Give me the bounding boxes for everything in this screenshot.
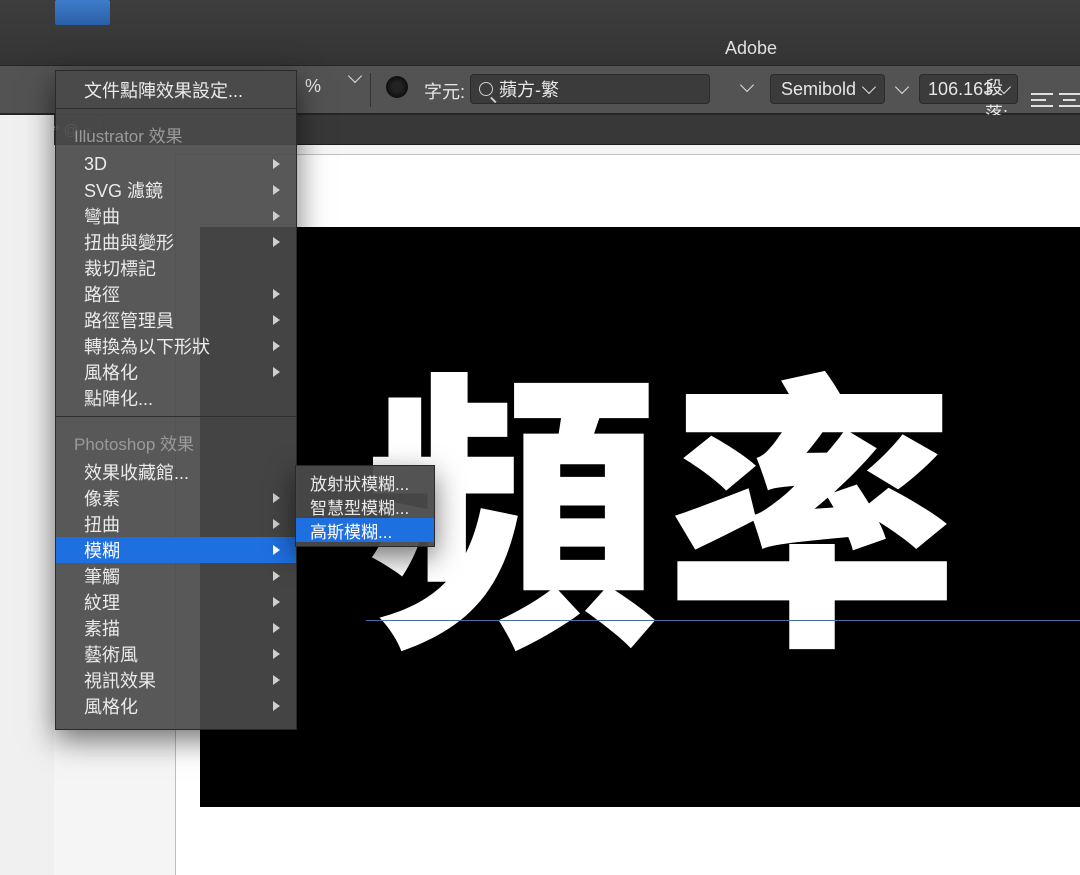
menu-section-photoshop: Photoshop 效果 [56, 422, 296, 459]
menu-section-illustrator: Illustrator 效果 [56, 114, 296, 151]
menu-item-video[interactable]: 視訊效果 [56, 667, 296, 693]
menu-item-label: 點陣化... [84, 385, 153, 411]
submenu-item-label: 智慧型模糊... [310, 494, 409, 519]
menu-item-label: 筆觸 [84, 563, 120, 589]
menu-item-crop-marks[interactable]: 裁切標記 [56, 255, 296, 281]
menu-item-path[interactable]: 路徑 [56, 281, 296, 307]
submenu-arrow-icon [273, 159, 280, 169]
menu-item-brush-strokes[interactable]: 筆觸 [56, 563, 296, 589]
chevron-down-icon[interactable] [348, 69, 362, 83]
submenu-arrow-icon [273, 493, 280, 503]
menu-item-label: 效果收藏館... [84, 459, 189, 485]
submenu-arrow-icon [273, 597, 280, 607]
align-center-icon[interactable] [1059, 91, 1080, 109]
menu-item-svg-filters[interactable]: SVG 濾鏡 [56, 177, 296, 203]
menu-item-stylize-ps[interactable]: 風格化 [56, 693, 296, 719]
menu-item-effect-gallery[interactable]: 效果收藏館... [56, 459, 296, 485]
menu-item-label: 3D [84, 154, 107, 175]
menu-item-label: 風格化 [84, 359, 138, 385]
submenu-arrow-icon [273, 237, 280, 247]
menu-item-label: 藝術風 [84, 641, 138, 667]
menu-item-rasterize[interactable]: 點陣化... [56, 385, 296, 411]
font-weight-value: Semibold [781, 79, 856, 100]
menu-item-3d[interactable]: 3D [56, 151, 296, 177]
menu-item-label: SVG 濾鏡 [84, 177, 163, 203]
menu-item-sketch[interactable]: 素描 [56, 615, 296, 641]
submenu-arrow-icon [273, 289, 280, 299]
menu-item-label: 轉換為以下形狀 [84, 333, 210, 359]
menu-item-distort[interactable]: 扭曲 [56, 511, 296, 537]
text-object[interactable]: 頻率 [366, 350, 966, 642]
title-bar: Adobe [0, 0, 1080, 65]
submenu-item-gaussian-blur[interactable]: 高斯模糊... [296, 518, 434, 542]
menu-item-label: 視訊效果 [84, 667, 156, 693]
menu-item-label: 路徑管理員 [84, 307, 174, 333]
character-label: 字元: [424, 78, 465, 104]
menu-item-pixelate[interactable]: 像素 [56, 485, 296, 511]
submenu-arrow-icon [273, 649, 280, 659]
submenu-arrow-icon [273, 571, 280, 581]
chevron-down-icon[interactable] [895, 80, 909, 94]
menu-item-distort-transform[interactable]: 扭曲與變形 [56, 229, 296, 255]
menu-item-blur[interactable]: 模糊 [56, 537, 296, 563]
align-left-icon[interactable] [1031, 91, 1052, 109]
menu-item-artistic[interactable]: 藝術風 [56, 641, 296, 667]
font-family-value: 蘋方-繁 [499, 76, 559, 102]
menu-item-label: 像素 [84, 485, 120, 511]
menu-item-label: 裁切標記 [84, 255, 156, 281]
zoom-percent-label: % [305, 76, 321, 97]
effects-menu: 文件點陣效果設定... Illustrator 效果 3D SVG 濾鏡 彎曲 … [55, 70, 297, 730]
menu-item-raster-settings[interactable]: 文件點陣效果設定... [56, 77, 296, 103]
menu-item-label: 扭曲 [84, 511, 120, 537]
submenu-item-radial-blur[interactable]: 放射狀模糊... [296, 470, 434, 494]
submenu-item-smart-blur[interactable]: 智慧型模糊... [296, 494, 434, 518]
submenu-arrow-icon [273, 211, 280, 221]
menu-item-stylize-ai[interactable]: 風格化 [56, 359, 296, 385]
document-thumb-icon [55, 0, 110, 25]
submenu-item-label: 高斯模糊... [310, 518, 392, 543]
submenu-arrow-icon [273, 675, 280, 685]
text-baseline-indicator [366, 620, 1080, 621]
submenu-arrow-icon [273, 519, 280, 529]
app-root: Adobe % 字元: 蘋方-繁 Semibold [0, 0, 1080, 875]
menu-item-label: 路徑 [84, 281, 120, 307]
submenu-arrow-icon [273, 341, 280, 351]
menu-item-label: 素描 [84, 615, 120, 641]
font-family-input[interactable]: 蘋方-繁 [470, 74, 710, 104]
submenu-arrow-icon [273, 701, 280, 711]
font-size-value: 106.163 [928, 79, 993, 100]
fill-color-swatch[interactable] [386, 76, 408, 98]
submenu-arrow-icon [273, 185, 280, 195]
menu-item-convert-to-shape[interactable]: 轉換為以下形狀 [56, 333, 296, 359]
menu-item-label: 扭曲與變形 [84, 229, 174, 255]
font-weight-dropdown[interactable]: Semibold [770, 74, 885, 104]
chevron-down-icon[interactable] [740, 78, 754, 92]
menu-item-label: 彎曲 [84, 203, 120, 229]
menu-item-label: 紋理 [84, 589, 120, 615]
menu-item-warp[interactable]: 彎曲 [56, 203, 296, 229]
menu-item-texture[interactable]: 紋理 [56, 589, 296, 615]
blur-submenu: 放射狀模糊... 智慧型模糊... 高斯模糊... [295, 465, 435, 547]
menu-item-label: 文件點陣效果設定... [84, 77, 243, 103]
menu-item-pathfinder[interactable]: 路徑管理員 [56, 307, 296, 333]
menu-item-label: 風格化 [84, 693, 138, 719]
submenu-item-label: 放射狀模糊... [310, 470, 409, 495]
menu-item-label: 模糊 [84, 537, 120, 563]
submenu-arrow-icon [273, 315, 280, 325]
app-name-label: Adobe [725, 38, 777, 59]
search-icon [479, 82, 493, 96]
submenu-arrow-icon [273, 545, 280, 555]
left-gutter [0, 115, 54, 875]
submenu-arrow-icon [273, 367, 280, 377]
submenu-arrow-icon [273, 623, 280, 633]
chevron-down-icon [862, 80, 876, 94]
